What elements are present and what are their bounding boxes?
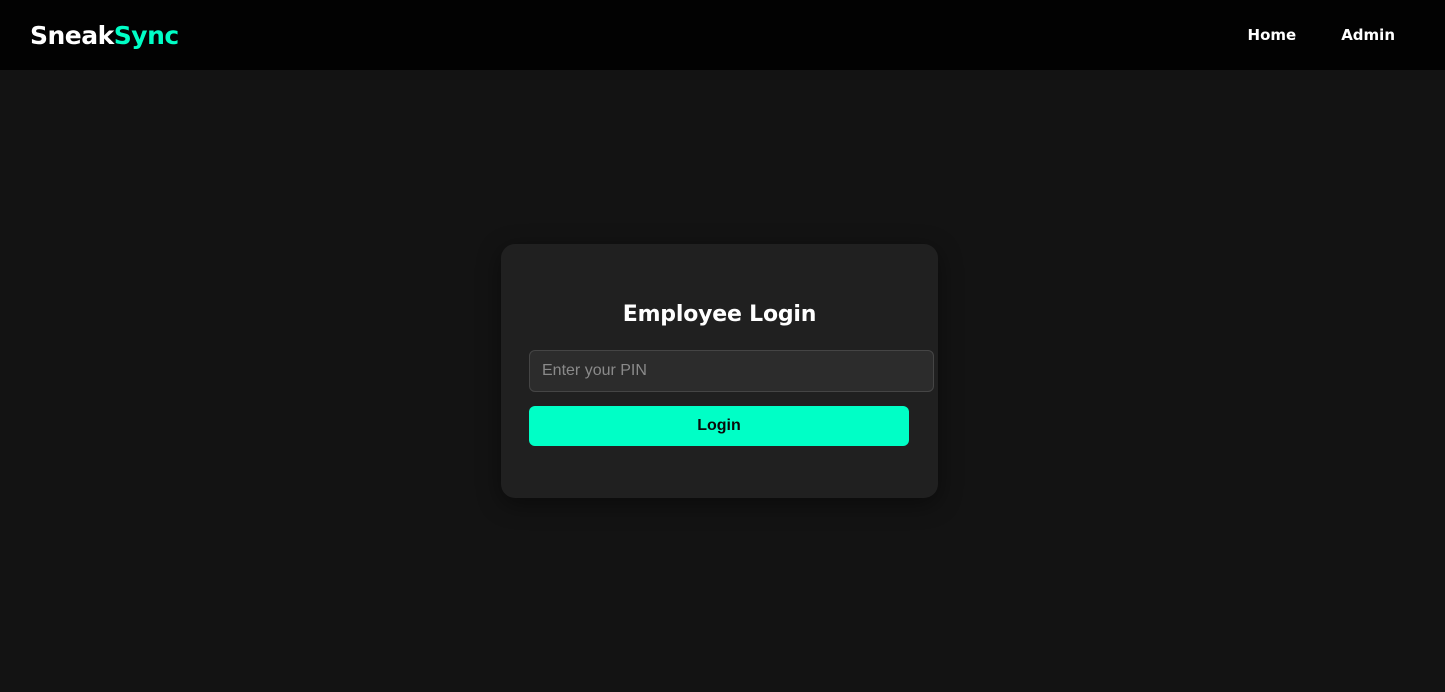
login-title: Employee Login — [622, 302, 817, 327]
brand-logo[interactable]: Sneak Sync — [30, 21, 179, 50]
nav-link-home[interactable]: Home — [1248, 26, 1297, 44]
nav-link-admin[interactable]: Admin — [1341, 26, 1395, 44]
navbar: Sneak Sync Home Admin — [0, 0, 1445, 70]
login-button[interactable]: Login — [529, 406, 909, 446]
brand-name-part-2: Sync — [113, 20, 179, 50]
brand-name-part-1: Sneak — [30, 20, 114, 50]
login-card: Employee Login Login — [501, 244, 938, 498]
nav-links: Home Admin — [1203, 0, 1415, 70]
pin-input[interactable] — [529, 350, 934, 392]
